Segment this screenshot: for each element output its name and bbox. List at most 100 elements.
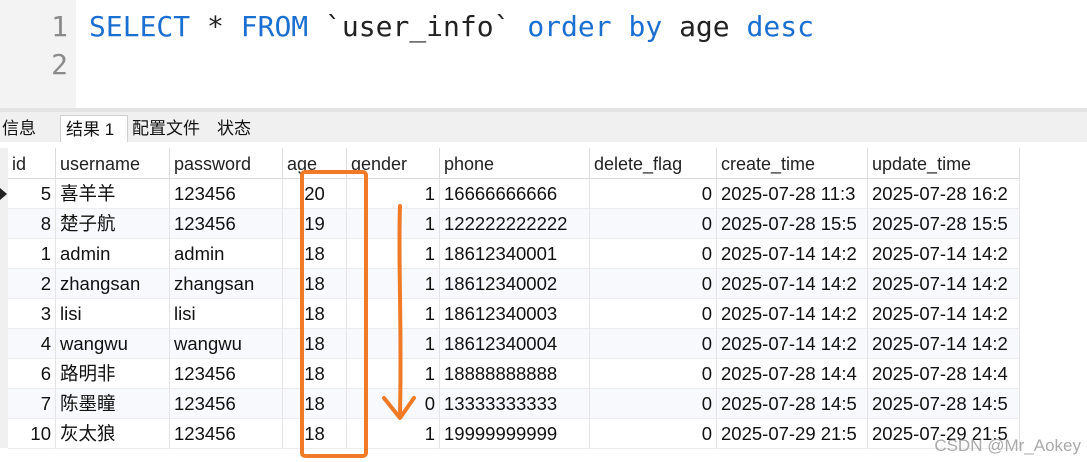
column-header-username[interactable]: username — [56, 148, 170, 179]
column-header-create-time[interactable]: create_time — [717, 148, 868, 179]
cell-username[interactable]: admin — [56, 239, 170, 269]
cell-create-time[interactable]: 2025-07-14 14:2 — [717, 329, 868, 359]
cell-create-time[interactable]: 2025-07-14 14:2 — [717, 299, 868, 329]
table-row[interactable]: 3 lisi lisi 18 1 18612340003 0 2025-07-14 14:2 2… — [0, 299, 1020, 329]
cell-username[interactable]: 喜羊羊 — [56, 179, 170, 209]
sql-query-line[interactable]: SELECT * FROM `user_info` order by age d… — [89, 8, 814, 46]
cell-password[interactable]: 123456 — [170, 359, 283, 389]
cell-delete-flag[interactable]: 0 — [590, 359, 717, 389]
cell-username[interactable]: 路明非 — [56, 359, 170, 389]
sql-keyword-select: SELECT — [89, 10, 191, 43]
cell-username[interactable]: 楚子航 — [56, 209, 170, 239]
column-header-update-time[interactable]: update_time — [868, 148, 1020, 179]
cell-id[interactable]: 6 — [8, 359, 56, 389]
tab-info[interactable]: 信息 — [0, 115, 40, 142]
cell-phone[interactable]: 122222222222 — [440, 209, 590, 239]
age-column-highlight-box — [300, 170, 368, 458]
sql-keyword-by: by — [628, 10, 663, 43]
sql-star: * — [207, 10, 224, 43]
cell-update-time[interactable]: 2025-07-28 14:5 — [868, 389, 1020, 419]
cell-delete-flag[interactable]: 0 — [590, 419, 717, 449]
cell-phone[interactable]: 18612340003 — [440, 299, 590, 329]
column-header-phone[interactable]: phone — [440, 148, 590, 179]
cell-create-time[interactable]: 2025-07-28 11:3 — [717, 179, 868, 209]
table-row[interactable]: 10 灰太狼 123456 18 1 19999999999 0 2025-07-29 21:… — [0, 419, 1020, 449]
cell-create-time[interactable]: 2025-07-14 14:2 — [717, 239, 868, 269]
cell-username[interactable]: zhangsan — [56, 269, 170, 299]
cell-update-time[interactable]: 2025-07-14 14:2 — [868, 239, 1020, 269]
cell-phone[interactable]: 18888888888 — [440, 359, 590, 389]
cell-create-time[interactable]: 2025-07-28 14:4 — [717, 359, 868, 389]
cell-phone[interactable]: 16666666666 — [440, 179, 590, 209]
cell-delete-flag[interactable]: 0 — [590, 389, 717, 419]
cell-username[interactable]: 陈墨瞳 — [56, 389, 170, 419]
current-row-marker-icon — [0, 188, 7, 200]
cell-password[interactable]: lisi — [170, 299, 283, 329]
cell-delete-flag[interactable]: 0 — [590, 179, 717, 209]
table-row[interactable]: 4 wangwu wangwu 18 1 18612340004 0 2025-07-14 1… — [0, 329, 1020, 359]
sql-column-name: age — [679, 10, 730, 43]
cell-delete-flag[interactable]: 0 — [590, 239, 717, 269]
table-row[interactable]: 8 楚子航 123456 19 1 122222222222 0 2025-07-28 15:… — [0, 209, 1020, 239]
cell-password[interactable]: admin — [170, 239, 283, 269]
sql-table-name: `user_info` — [325, 10, 511, 43]
cell-update-time[interactable]: 2025-07-14 14:2 — [868, 269, 1020, 299]
cell-password[interactable]: wangwu — [170, 329, 283, 359]
cell-phone[interactable]: 19999999999 — [440, 419, 590, 449]
cell-update-time[interactable]: 2025-07-14 14:2 — [868, 329, 1020, 359]
table-row[interactable]: 7 陈墨瞳 123456 18 0 13333333333 0 2025-07-28 14:5… — [0, 389, 1020, 419]
cell-id[interactable]: 10 — [8, 419, 56, 449]
cell-update-time[interactable]: 2025-07-28 14:4 — [868, 359, 1020, 389]
cell-username[interactable]: wangwu — [56, 329, 170, 359]
grid-header: id username password age gender phone de… — [0, 148, 1020, 179]
table-row[interactable]: 1 admin admin 18 1 18612340001 0 2025-07-14 14:… — [0, 239, 1020, 269]
cell-delete-flag[interactable]: 0 — [590, 329, 717, 359]
cell-id[interactable]: 7 — [8, 389, 56, 419]
cell-create-time[interactable]: 2025-07-28 15:5 — [717, 209, 868, 239]
cell-id[interactable]: 3 — [8, 299, 56, 329]
cell-password[interactable]: 123456 — [170, 179, 283, 209]
tab-result-1[interactable]: 结果 1 — [60, 115, 128, 142]
column-header-password[interactable]: password — [170, 148, 283, 179]
cell-create-time[interactable]: 2025-07-28 14:5 — [717, 389, 868, 419]
cell-id[interactable]: 2 — [8, 269, 56, 299]
line-number-gutter: 1 2 — [0, 0, 76, 108]
cell-username[interactable]: 灰太狼 — [56, 419, 170, 449]
cell-phone[interactable]: 18612340004 — [440, 329, 590, 359]
table-row[interactable]: 2 zhangsan zhangsan 18 1 18612340002 0 2025-07-… — [0, 269, 1020, 299]
cell-update-time[interactable]: 2025-07-28 15:5 — [868, 209, 1020, 239]
tab-status[interactable]: 状态 — [215, 115, 263, 142]
cell-delete-flag[interactable]: 0 — [590, 209, 717, 239]
sql-keyword-desc: desc — [746, 10, 814, 43]
cell-update-time[interactable]: 2025-07-14 14:2 — [868, 299, 1020, 329]
cell-phone[interactable]: 18612340001 — [440, 239, 590, 269]
descending-arrow-icon — [382, 204, 416, 420]
cell-id[interactable]: 1 — [8, 239, 56, 269]
sql-keyword-order: order — [527, 10, 612, 43]
cell-update-time[interactable]: 2025-07-28 16:2 — [868, 179, 1020, 209]
cell-password[interactable]: 123456 — [170, 419, 283, 449]
cell-create-time[interactable]: 2025-07-14 14:2 — [717, 269, 868, 299]
cell-password[interactable]: 123456 — [170, 389, 283, 419]
cell-password[interactable]: 123456 — [170, 209, 283, 239]
cell-delete-flag[interactable]: 0 — [590, 299, 717, 329]
result-tab-bar: 信息 结果 1 配置文件 状态 — [0, 112, 1087, 142]
column-header-delete-flag[interactable]: delete_flag — [590, 148, 717, 179]
sql-keyword-from: FROM — [240, 10, 309, 43]
table-row[interactable]: 5 喜羊羊 123456 20 1 16666666666 0 2025-07-28 11:3… — [0, 179, 1020, 209]
line-number: 2 — [51, 48, 68, 81]
cell-password[interactable]: zhangsan — [170, 269, 283, 299]
cell-delete-flag[interactable]: 0 — [590, 269, 717, 299]
cell-id[interactable]: 8 — [8, 209, 56, 239]
column-header-id[interactable]: id — [8, 148, 56, 179]
sql-editor[interactable]: 1 2 SELECT * FROM `user_info` order by a… — [0, 0, 1087, 108]
cell-username[interactable]: lisi — [56, 299, 170, 329]
cell-phone[interactable]: 13333333333 — [440, 389, 590, 419]
cell-id[interactable]: 5 — [8, 179, 56, 209]
line-number: 1 — [51, 10, 68, 43]
tab-profile[interactable]: 配置文件 — [130, 115, 212, 142]
cell-id[interactable]: 4 — [8, 329, 56, 359]
cell-phone[interactable]: 18612340002 — [440, 269, 590, 299]
table-row[interactable]: 6 路明非 123456 18 1 18888888888 0 2025-07-28 14:4… — [0, 359, 1020, 389]
cell-create-time[interactable]: 2025-07-29 21:5 — [717, 419, 868, 449]
